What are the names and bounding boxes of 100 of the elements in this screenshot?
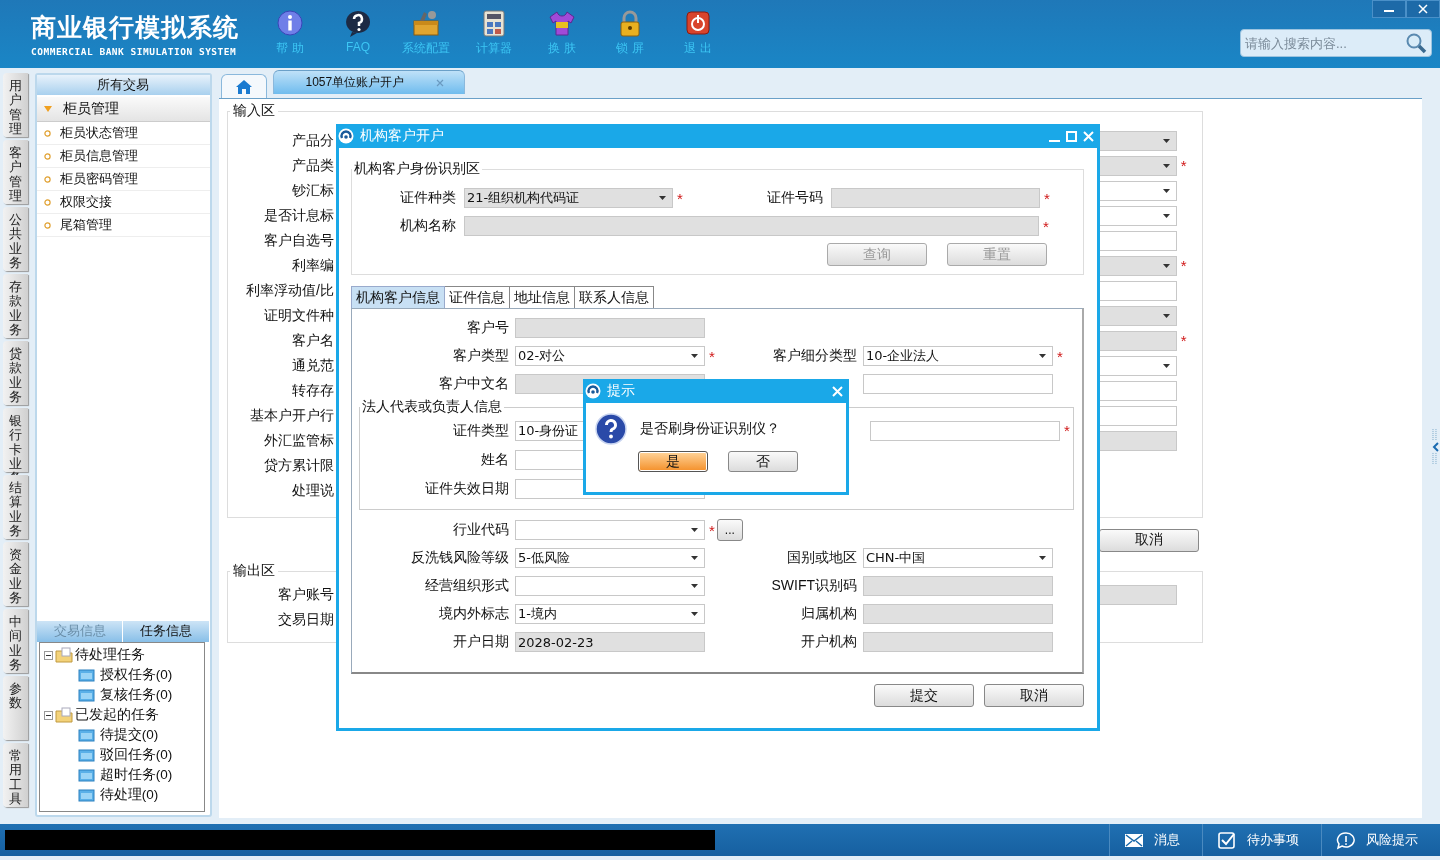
field-label: 利率编 [290,256,334,275]
dropdown-field[interactable]: 02-对公 [515,346,705,366]
field-label: 是否计息标 [262,206,334,225]
tree-item[interactable]: 待处理任务 [74,646,145,664]
tree-item[interactable]: 已发起的任务 [74,706,159,724]
tree-item[interactable]: 待处理(0) [99,786,159,804]
input-field[interactable] [863,374,1053,394]
nav-tab[interactable]: 贷款业务 [3,341,28,405]
section-title: 输入区 [231,102,276,120]
tab[interactable]: 证件信息 [445,286,510,308]
close-button[interactable] [1406,0,1440,18]
tab[interactable]: 地址信息 [510,286,575,308]
required-mark: * [708,348,715,364]
folder-icon [77,787,96,803]
tree-item[interactable]: 驳回任务(0) [99,746,173,764]
tree-item[interactable]: 复核任务(0) [99,686,173,704]
menu-item[interactable]: 柜员信息管理 [59,147,138,165]
nav-tab[interactable]: 中间业务 [3,609,28,673]
close-icon [1418,4,1428,14]
required-mark: * [1042,218,1050,234]
section-title: 机构客户身份识别区 [353,160,481,178]
nav-tab[interactable]: 资金业务 [3,542,28,606]
dropdown-field[interactable]: CHN-中国 [863,548,1053,568]
dialog-title: 提示 [607,382,635,400]
collapse-handle-icon[interactable] [1432,429,1440,465]
field-label: 证件种类 [399,189,457,207]
caret-down-icon [42,105,53,113]
required-mark: * [676,190,684,206]
nav-tab[interactable]: 参数 [3,676,28,740]
dialog-button[interactable]: 否 [728,451,798,472]
field-label: SWIFT识别码 [770,577,858,595]
collapse-icon[interactable] [43,710,53,720]
prompt-message: 是否刷身份证识别仪？ [640,420,780,438]
caret-down-icon [1162,213,1170,218]
caret-down-icon [1162,163,1170,168]
nav-tab[interactable]: 公共业务 [3,207,28,271]
status-button[interactable]: 待办事项 [1202,824,1321,856]
nav-tab[interactable]: 常用工具 [3,743,28,807]
tree-item[interactable]: 授权任务(0) [99,666,173,684]
dropdown-field[interactable] [515,520,705,540]
menu-item[interactable]: 尾箱管理 [59,216,112,234]
status-button[interactable]: 消息 [1109,824,1202,856]
required-mark: * [1056,348,1063,364]
field-label: 客户类型 [452,347,510,365]
home-tab[interactable] [220,74,267,98]
close-icon[interactable] [436,78,445,87]
tree-item[interactable]: 超时任务(0) [99,766,173,784]
field-label: 证件类型 [452,421,510,440]
field-label: 利率浮动值/比 [244,281,334,300]
tab[interactable]: 机构客户信息 [351,286,445,308]
group-header[interactable]: 柜员管理 [36,97,210,122]
menu-item[interactable]: 柜员状态管理 [59,124,138,142]
nav-tab[interactable]: 银行卡业 [3,408,28,472]
field-label: 基本户开户行 [248,406,334,425]
app-subtitle: COMMERCIAL BANK SIMULATION SYSTEM [31,46,238,57]
dropdown-field[interactable] [515,576,705,596]
home-icon [234,78,253,95]
input-field[interactable] [870,420,1060,441]
bullet-icon [43,198,51,206]
required-mark: * [1179,258,1188,273]
maximize-icon[interactable] [1066,130,1077,142]
dialog-button[interactable]: 是 [638,451,708,472]
field-label: 行业代码 [452,521,510,539]
dropdown-field[interactable]: 1-境内 [515,604,705,624]
checkbox-icon [1217,830,1237,850]
bullet-icon [43,221,51,229]
caret-down-icon [1039,556,1046,560]
shirt-icon [548,9,576,37]
menu-item[interactable]: 权限交接 [59,193,112,211]
field-label: 钞汇标 [290,181,334,200]
toolbox-icon [412,9,440,37]
collapse-icon[interactable] [43,650,53,660]
required-mark: * [1179,158,1188,173]
task-tab[interactable]: 任务信息 [123,621,210,642]
minimize-button[interactable] [1372,0,1406,18]
folder-icon [77,727,96,743]
field-label: 客户自选号 [262,231,334,250]
page-tab[interactable]: 1057单位账户开户 [272,70,465,94]
nav-tab[interactable]: 用户管理 [3,73,28,137]
field-label: 客户中文名 [438,375,510,393]
question-bubble-icon [344,9,372,37]
nav-tab[interactable]: 客户管理 [3,140,28,204]
cancel-button[interactable]: 取消 [1098,528,1199,552]
status-button[interactable]: 风险提示 [1321,824,1440,856]
tab[interactable]: 联系人信息 [575,286,654,308]
tree-item[interactable]: 待提交(0) [99,726,159,744]
dropdown-field[interactable]: 5-低风险 [515,548,705,568]
field-label: 开户机构 [800,633,858,651]
dropdown-field[interactable]: 10-企业法人 [863,346,1053,366]
section-title: 法人代表或负责人信息 [361,398,503,416]
search-field[interactable]: 请输入搜索内容... [1240,29,1432,57]
nav-tab[interactable]: 结算业务 [3,475,28,539]
nav-tab[interactable]: 存款业务 [3,274,28,338]
dialog-button[interactable]: 取消 [984,684,1084,707]
field-label: 经营组织形式 [424,577,510,595]
menu-item[interactable]: 柜员密码管理 [59,170,138,188]
caret-down-icon [1039,354,1046,358]
browse-button[interactable]: ... [716,519,743,541]
dialog-button[interactable]: 提交 [874,684,974,707]
field-label: 证件号码 [766,189,824,207]
